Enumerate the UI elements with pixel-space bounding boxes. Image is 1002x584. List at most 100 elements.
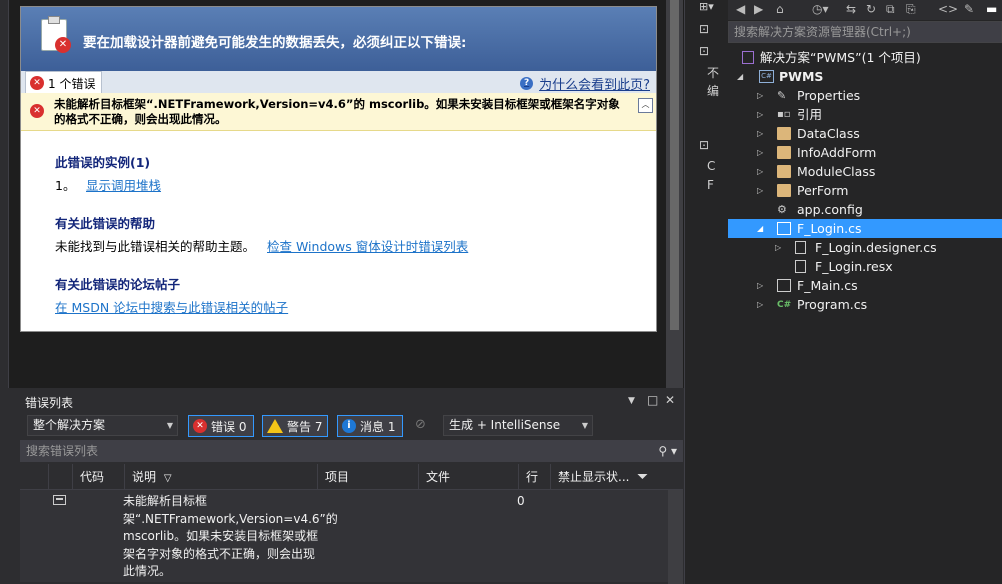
tree-item-label: ModuleClass (797, 164, 876, 179)
tree-item-infoaddform[interactable]: ▷ InfoAddForm (757, 143, 876, 162)
warnings-filter-button[interactable]: 警告 7 (262, 415, 328, 437)
tree-item-label: Program.cs (797, 297, 868, 312)
show-call-stack-link[interactable]: 显示调用堆栈 (86, 175, 161, 194)
collapsed-triangle-icon[interactable]: ▷ (757, 181, 763, 200)
close-icon[interactable]: ✕ (665, 393, 675, 407)
forum-link[interactable]: 在 MSDN 论坛中搜索与此错误相关的帖子 (55, 297, 288, 316)
tree-item-fmain[interactable]: ▷ F_Main.cs (757, 276, 858, 295)
error-list-scrollbar[interactable] (668, 490, 683, 584)
expanded-triangle-icon[interactable]: ◢ (757, 219, 763, 238)
strip-toolbar-icon[interactable]: ⊞▾ (699, 0, 714, 13)
tree-item-flogin-designer[interactable]: ▷ F_Login.designer.cs (775, 238, 937, 257)
maximize-icon[interactable]: □ (647, 393, 658, 407)
tree-item-properties[interactable]: ▷ ✎ Properties (757, 86, 860, 105)
error-header-title: 要在加载设计器前避免可能发生的数据丢失，必须纠正以下错误: (83, 35, 467, 51)
tree-item-program[interactable]: ▷ C# Program.cs (757, 295, 867, 314)
strip-pin-icon[interactable]: ⊡ (699, 22, 709, 36)
preview-icon[interactable]: ▬ (986, 2, 997, 16)
message-row-icon (53, 495, 66, 505)
folder-icon (777, 146, 791, 159)
column-file-header[interactable]: 文件 (418, 464, 518, 490)
scope-select[interactable]: 整个解决方案 ▼ (27, 415, 178, 436)
strip-pin-icon[interactable]: ⊡ (699, 44, 709, 58)
collapsed-triangle-icon[interactable]: ▷ (757, 105, 763, 124)
history-icon[interactable]: ◷▾ (812, 2, 829, 16)
forward-icon[interactable]: ▶ (754, 2, 763, 16)
code-view-icon[interactable]: <> (938, 2, 958, 16)
solution-icon (742, 51, 754, 64)
tree-item-appconfig[interactable]: ⚙ app.config (757, 200, 863, 219)
strip-label: C (707, 159, 716, 173)
messages-filter-label: 消息 1 (360, 419, 396, 434)
solution-explorer-toolbar: ◀ ▶ ⌂ ◷▾ ⇆ ↻ ⧉ ⎘ <> ✎ ▬ (728, 0, 1002, 20)
strip-pin-icon[interactable]: ⊡ (699, 138, 709, 152)
collapsed-triangle-icon[interactable]: ▷ (757, 86, 763, 105)
collapsed-triangle-icon[interactable]: ▷ (757, 143, 763, 162)
tree-item-dataclass[interactable]: ▷ DataClass (757, 124, 860, 143)
tree-item-moduleclass[interactable]: ▷ ModuleClass (757, 162, 875, 181)
column-icon-header[interactable] (20, 464, 48, 490)
home-icon[interactable]: ⌂ (776, 2, 784, 16)
column-select-header[interactable] (48, 464, 72, 490)
tree-item-label: F_Main.cs (797, 278, 858, 293)
strip-label: 不 (707, 66, 720, 80)
error-badge-icon: ✕ (55, 37, 71, 53)
error-icon: ✕ (193, 419, 207, 433)
sync-icon[interactable]: ⇆ (846, 2, 856, 16)
expanded-triangle-icon[interactable]: ◢ (737, 67, 743, 86)
scope-select-value: 整个解决方案 (33, 418, 106, 432)
messages-filter-button[interactable]: i 消息 1 (337, 415, 403, 437)
warnings-filter-label: 警告 7 (287, 419, 323, 434)
designer-scrollbar[interactable] (666, 0, 683, 388)
csharp-project-icon: C# (759, 70, 774, 83)
forum-heading: 有关此错误的论坛帖子 (55, 277, 181, 292)
build-source-value: 生成 + IntelliSense (449, 418, 561, 432)
error-message: 未能解析目标框架“.NETFramework,Version=v4.6”的 ms… (54, 97, 620, 126)
tree-item-perform[interactable]: ▷ PerForm (757, 181, 848, 200)
collapsed-triangle-icon[interactable]: ▷ (757, 295, 763, 314)
scrollbar-thumb[interactable] (670, 0, 679, 330)
tree-item-label: F_Login.cs (797, 221, 862, 236)
help-link[interactable]: 检查 Windows 窗体设计时错误列表 (267, 236, 468, 255)
error-icon: ✕ (30, 76, 44, 90)
filter-funnel-icon[interactable]: ⏷ (637, 469, 648, 485)
collapse-button[interactable]: ︿ (638, 98, 653, 113)
collapsed-triangle-icon[interactable]: ▷ (757, 162, 763, 181)
collapsed-triangle-icon[interactable]: ▷ (757, 276, 763, 295)
back-icon[interactable]: ◀ (736, 2, 745, 16)
collapsed-triangle-icon[interactable]: ▷ (757, 124, 763, 143)
why-link[interactable]: ? 为什么会看到此页? (520, 74, 650, 93)
collapsed-triangle-icon[interactable]: ▷ (775, 238, 781, 257)
tree-item-flogin[interactable]: ◢ F_Login.cs (757, 219, 862, 238)
tree-item-references[interactable]: ▷ ▪▫ 引用 (757, 105, 822, 124)
column-line-header[interactable]: 行 (518, 464, 550, 490)
wrench-icon: ✎ (777, 89, 787, 102)
tree-project[interactable]: ◢ C# PWMS (737, 67, 823, 86)
tree-item-flogin-resx[interactable]: F_Login.resx (775, 257, 893, 276)
error-list-titlebar: 错误列表 ▼ □ ✕ (20, 390, 683, 412)
column-project-header[interactable]: 项目 (317, 464, 418, 490)
tree-solution[interactable]: 解决方案“PWMS”(1 个项目) (742, 48, 921, 67)
column-description-header[interactable]: 说明 ▽ (124, 464, 317, 490)
refresh-icon[interactable]: ↻ (866, 2, 876, 16)
column-code-header[interactable]: 代码 (72, 464, 124, 490)
error-message-bar: ✕ 未能解析目标框架“.NETFramework,Version=v4.6”的 … (21, 93, 656, 131)
cs-file-icon (795, 241, 806, 254)
column-description-label: 说明 (132, 470, 157, 484)
filter-toggle-icon[interactable]: ⊘ (415, 417, 426, 432)
dropdown-arrow-icon[interactable]: ▼ (628, 396, 635, 406)
solution-search-input[interactable]: 搜索解决方案资源管理器(Ctrl+;) (728, 21, 1002, 43)
table-row[interactable]: 未能解析目标框架“.NETFramework,Version=v4.6”的 ms… (20, 490, 668, 582)
column-suppression-header[interactable]: 禁止显示状... (550, 464, 668, 490)
collapse-all-icon[interactable]: ⧉ (886, 2, 895, 17)
show-all-files-icon[interactable]: ⎘ (906, 2, 916, 17)
search-icon[interactable]: ⚲ ▾ (658, 440, 677, 462)
error-search-input[interactable]: 搜索错误列表 ⚲ ▾ (20, 440, 683, 462)
build-source-select[interactable]: 生成 + IntelliSense ▼ (443, 415, 593, 436)
references-icon: ▪▫ (777, 109, 791, 120)
error-tab[interactable]: ✕ 1 个错误 (25, 71, 103, 94)
properties-icon[interactable]: ✎ (964, 2, 974, 16)
config-icon: ⚙ (777, 203, 787, 216)
warning-icon (267, 419, 283, 433)
errors-filter-button[interactable]: ✕ 错误 0 (188, 415, 254, 437)
